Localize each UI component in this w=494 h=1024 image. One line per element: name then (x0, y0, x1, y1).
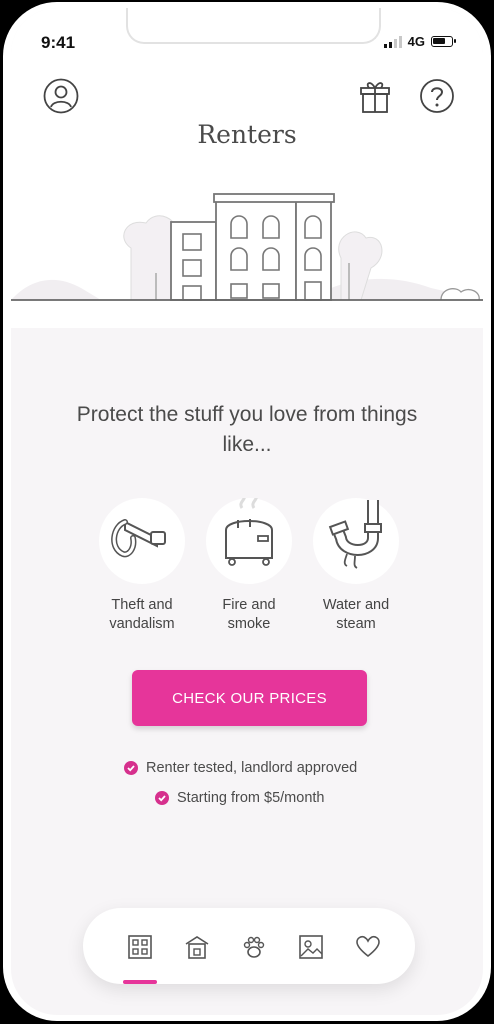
help-icon[interactable] (419, 78, 455, 114)
photo-icon (299, 935, 323, 959)
lock-icon (111, 519, 166, 558)
feature-circle (99, 498, 185, 584)
bottom-tab-bar (83, 908, 415, 984)
gift-icon[interactable] (359, 78, 391, 114)
feature-label: Theft and vandalism (109, 597, 175, 632)
home-icon (185, 936, 209, 959)
app-screen: 9:41 4G Renters Protect the stuff you lo… (11, 8, 483, 1015)
pet-icon (243, 936, 265, 958)
check-prices-button[interactable]: CHECK OUR PRICES (132, 670, 367, 726)
tab-photos[interactable] (294, 930, 328, 964)
feature-label: Water and steam (322, 597, 390, 632)
active-tab-indicator (123, 980, 157, 984)
tab-renters[interactable] (123, 930, 157, 964)
feature-circle (313, 498, 399, 584)
renters-icon (128, 935, 152, 959)
tab-pets[interactable] (237, 930, 271, 964)
building-illustration (11, 193, 483, 301)
network-label: 4G (407, 34, 425, 49)
tab-favorites[interactable] (351, 930, 385, 964)
feature-fire: Fire and smoke (194, 498, 304, 634)
heart-icon (356, 935, 380, 958)
benefit-item: Starting from $5/month (155, 790, 325, 806)
pipe-icon (328, 500, 382, 569)
phone-frame: 9:41 4G Renters Protect the stuff you lo… (3, 2, 491, 1021)
checkmark-icon (155, 791, 169, 805)
checkmark-icon (124, 761, 138, 775)
tab-home[interactable] (180, 930, 214, 964)
feature-circle (206, 498, 292, 584)
account-icon[interactable] (43, 78, 79, 114)
benefit-item: Renter tested, landlord approved (124, 760, 357, 776)
signal-icon (383, 35, 402, 48)
headline: Protect the stuff you love from things l… (76, 403, 418, 456)
feature-label: Fire and smoke (222, 597, 276, 632)
benefit-text: Starting from $5/month (177, 790, 325, 806)
feature-water: Water and steam (301, 498, 411, 634)
battery-icon (431, 36, 456, 47)
page-title: Renters (197, 120, 297, 149)
benefit-text: Renter tested, landlord approved (146, 760, 358, 776)
feature-theft: Theft and vandalism (87, 498, 197, 634)
device-notch (126, 8, 381, 44)
toaster-icon (225, 498, 273, 566)
status-indicators: 4G (383, 34, 456, 49)
status-time: 9:41 (41, 33, 76, 52)
